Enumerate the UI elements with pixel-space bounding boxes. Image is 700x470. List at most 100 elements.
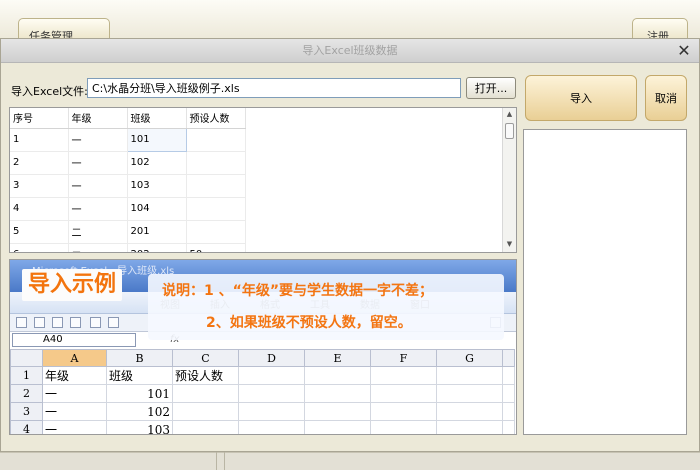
- grid-cell[interactable]: 202: [127, 243, 187, 252]
- excel-column-header: G: [436, 349, 503, 367]
- excel-column-header: A: [42, 349, 107, 367]
- excel-cell: [304, 384, 371, 403]
- grid-cell[interactable]: 3: [10, 174, 69, 198]
- excel-row-header: 2: [10, 384, 43, 403]
- grid-cell[interactable]: 103: [127, 174, 187, 198]
- grid-cell[interactable]: [186, 151, 246, 175]
- name-box-value: A40: [43, 334, 63, 345]
- vertical-scrollbar[interactable]: ▲ ▼: [502, 108, 516, 252]
- excel-cell: [502, 402, 515, 421]
- grid-cell[interactable]: 102: [127, 151, 187, 175]
- grid-header-cell[interactable]: 年级: [68, 108, 128, 129]
- open-button[interactable]: 打开...: [466, 77, 516, 99]
- print-icon: [90, 317, 101, 328]
- grid-cell[interactable]: 一: [68, 174, 128, 198]
- import-button[interactable]: 导入: [525, 75, 637, 121]
- grid-cell[interactable]: [186, 128, 246, 152]
- excel-row: 2 一 101: [10, 384, 515, 403]
- cancel-button[interactable]: 取消: [645, 75, 687, 121]
- excel-cell: 年级: [42, 366, 107, 385]
- grid-cell[interactable]: 50: [186, 243, 246, 252]
- excel-cell: [436, 384, 503, 403]
- excel-cell: [238, 420, 305, 434]
- file-label: 导入Excel文件:: [11, 85, 88, 98]
- excel-cell: [502, 366, 515, 385]
- excel-cell: [238, 366, 305, 385]
- grid-header-row: 序号 年级 班级 预设人数: [10, 108, 246, 129]
- grid-cell[interactable]: 5: [10, 220, 69, 244]
- excel-cell: [238, 402, 305, 421]
- excel-row: 4 一 103: [10, 420, 515, 434]
- grid-cell-selected[interactable]: 101: [126, 127, 187, 152]
- grid-cell[interactable]: 二: [68, 220, 128, 244]
- excel-cell: [436, 366, 503, 385]
- excel-column-header: E: [304, 349, 371, 367]
- preview-grid: 序号 年级 班级 预设人数 1 一 101 2 一 102 3 一 103 4 …: [9, 107, 517, 253]
- table-row[interactable]: 3 一 103: [10, 174, 246, 198]
- close-icon[interactable]: ✕: [675, 42, 693, 60]
- excel-cell: [370, 384, 437, 403]
- grid-header-cell[interactable]: 班级: [127, 108, 187, 129]
- grid-header-cell[interactable]: 序号: [10, 108, 69, 129]
- scroll-thumb[interactable]: [505, 123, 514, 139]
- grid-cell[interactable]: 2: [10, 151, 69, 175]
- grid-cell[interactable]: 4: [10, 197, 69, 221]
- excel-sheet: A B C D E F G 1 年级 班级 预设人数 2 一 101 3 一 1…: [10, 349, 515, 434]
- excel-cell: [370, 366, 437, 385]
- grid-cell[interactable]: 一: [68, 197, 128, 221]
- excel-column-header: [502, 349, 515, 367]
- excel-cell: [370, 402, 437, 421]
- excel-column-header: D: [238, 349, 305, 367]
- excel-cell: 102: [106, 402, 173, 421]
- excel-cell: 班级: [106, 366, 173, 385]
- grid-cell[interactable]: [186, 174, 246, 198]
- excel-cell: 一: [42, 402, 107, 421]
- save-icon: [52, 317, 63, 328]
- grid-header-cell[interactable]: 预设人数: [186, 108, 246, 129]
- grid-cell[interactable]: 一: [68, 151, 128, 175]
- excel-column-header: C: [172, 349, 239, 367]
- demo-label: 导入示例: [22, 269, 123, 301]
- scroll-down-icon[interactable]: ▼: [503, 238, 516, 251]
- table-row[interactable]: 1 一 101: [10, 127, 246, 152]
- grid-cell[interactable]: 6: [10, 243, 69, 252]
- excel-cell: [172, 384, 239, 403]
- grid-cell[interactable]: [186, 220, 246, 244]
- excel-cell: [304, 366, 371, 385]
- grid-cell[interactable]: 104: [127, 197, 187, 221]
- grid-cell[interactable]: 二: [68, 243, 128, 252]
- excel-cell: [436, 402, 503, 421]
- scroll-up-icon[interactable]: ▲: [503, 108, 516, 121]
- excel-cell: [238, 384, 305, 403]
- excel-cell: 103: [106, 420, 173, 434]
- note-line-1: 说明：1 、“年级”要与学生数据一字不差；: [162, 283, 434, 299]
- open-folder-icon: [34, 317, 45, 328]
- grid-cell[interactable]: 一: [68, 128, 128, 152]
- note-line-2: 2、如果班级不预设人数，留空。: [206, 315, 412, 331]
- import-example-image: Microsoft Excel - 导入班级.xls 视图 插入 格式 工具 数…: [9, 259, 517, 435]
- table-row[interactable]: 5 二 201: [10, 220, 246, 244]
- excel-cell: [502, 384, 515, 403]
- grid-cell[interactable]: 1: [10, 128, 69, 152]
- status-bar: [0, 452, 700, 470]
- status-divider: [216, 452, 217, 470]
- table-row[interactable]: 2 一 102: [10, 151, 246, 175]
- note-box: 说明：1 、“年级”要与学生数据一字不差； 2、如果班级不预设人数，留空。: [148, 274, 504, 340]
- excel-cell: [502, 420, 515, 434]
- excel-cell: [304, 402, 371, 421]
- table-row[interactable]: 6 二 202 50: [10, 243, 246, 252]
- grid-cell[interactable]: [186, 197, 246, 221]
- excel-cell: 101: [106, 384, 173, 403]
- excel-name-box: A40: [12, 333, 136, 347]
- file-path-input[interactable]: [87, 78, 461, 98]
- table-row[interactable]: 4 一 104: [10, 197, 246, 221]
- excel-column-header: B: [106, 349, 173, 367]
- grid-cell[interactable]: 201: [127, 220, 187, 244]
- excel-row-header: 3: [10, 402, 43, 421]
- excel-cell: 一: [42, 384, 107, 403]
- excel-cell: [172, 402, 239, 421]
- excel-column-header-row: A B C D E F G: [10, 349, 515, 367]
- import-dialog: 导入Excel班级数据 ✕ 导入Excel文件: 打开... 导入 取消 序号 …: [0, 38, 700, 452]
- excel-column-header: F: [370, 349, 437, 367]
- dialog-titlebar[interactable]: 导入Excel班级数据 ✕: [1, 39, 699, 63]
